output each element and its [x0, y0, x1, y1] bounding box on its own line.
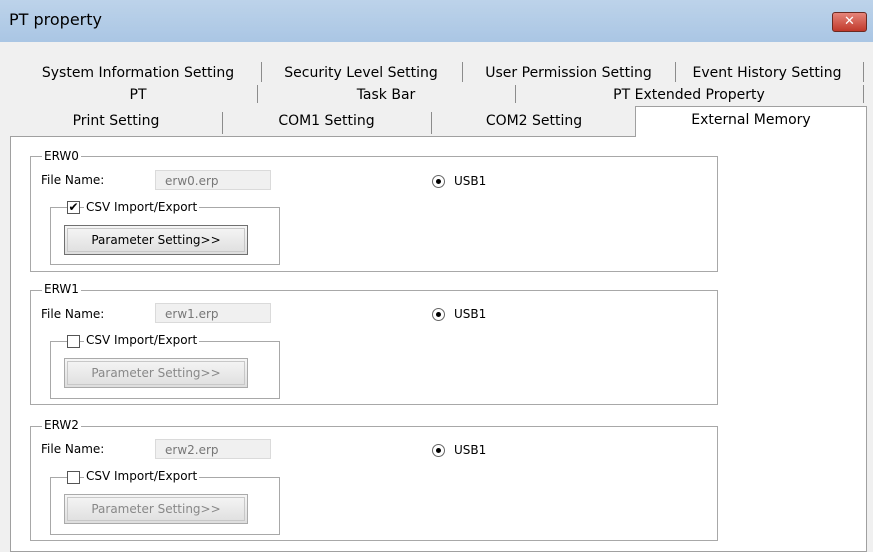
erw2-usb1-label: USB1 [454, 443, 487, 457]
close-button[interactable]: ✕ [832, 12, 867, 32]
tab-user-permission-setting[interactable]: User Permission Setting [466, 62, 671, 84]
erw2-usb1-radio[interactable] [432, 444, 445, 457]
external-memory-panel: ERW0 File Name: erw0.erp USB1 ✔ CSV Impo… [10, 136, 867, 552]
tab-security-level-setting[interactable]: Security Level Setting [265, 62, 457, 84]
erw1-file-name-label: File Name: [41, 307, 105, 321]
title-bar: PT property ✕ [0, 0, 873, 42]
erw2-file-name-label: File Name: [41, 442, 105, 456]
tab-separator [462, 62, 463, 82]
erw1-usb1-radio[interactable] [432, 308, 445, 321]
tab-separator [675, 62, 676, 82]
tab-com2-setting[interactable]: COM2 Setting [434, 109, 634, 134]
tab-event-history-setting[interactable]: Event History Setting [679, 62, 855, 84]
tab-com1-setting[interactable]: COM1 Setting [225, 109, 428, 134]
erw0-csv-label: CSV Import/Export [84, 200, 200, 214]
erw0-csv-checkbox[interactable]: ✔ [67, 201, 80, 214]
erw0-usb1-label: USB1 [454, 174, 487, 188]
erw2-file-name-field: erw2.erp [155, 439, 271, 459]
erw0-file-name-field: erw0.erp [155, 170, 271, 190]
erw0-file-name-label: File Name: [41, 173, 105, 187]
erw2-parameter-setting-button[interactable]: Parameter Setting>> [64, 494, 248, 524]
erw2-csv-label: CSV Import/Export [84, 469, 200, 483]
tab-separator [222, 112, 223, 134]
window-title: PT property [9, 10, 102, 29]
erw1-usb1-label: USB1 [454, 307, 487, 321]
tab-separator [431, 112, 432, 134]
tab-external-memory[interactable]: External Memory [635, 106, 867, 137]
tab-separator [515, 85, 516, 103]
tab-separator [261, 62, 262, 82]
erw0-group-title: ERW0 [42, 149, 81, 163]
erw1-file-name-field: erw1.erp [155, 303, 271, 323]
tab-task-bar[interactable]: Task Bar [261, 85, 511, 105]
erw1-parameter-setting-button[interactable]: Parameter Setting>> [64, 358, 248, 388]
erw0-parameter-setting-button[interactable]: Parameter Setting>> [64, 225, 248, 255]
check-icon: ✔ [68, 200, 79, 214]
erw1-group-title: ERW1 [42, 282, 81, 296]
erw1-csv-label: CSV Import/Export [84, 333, 200, 347]
erw2-csv-checkbox[interactable] [67, 471, 80, 484]
erw2-group-title: ERW2 [42, 418, 81, 432]
tab-separator [863, 62, 864, 82]
erw1-csv-checkbox[interactable] [67, 335, 80, 348]
tab-pt-extended-property[interactable]: PT Extended Property [519, 85, 859, 105]
tab-pt[interactable]: PT [20, 85, 256, 105]
pt-property-window: PT property ✕ System Information Setting… [0, 0, 873, 552]
tab-print-setting[interactable]: Print Setting [10, 109, 222, 134]
erw0-usb1-radio[interactable] [432, 175, 445, 188]
tab-system-information-setting[interactable]: System Information Setting [20, 62, 256, 84]
tab-separator [863, 85, 864, 103]
tab-separator [257, 85, 258, 103]
